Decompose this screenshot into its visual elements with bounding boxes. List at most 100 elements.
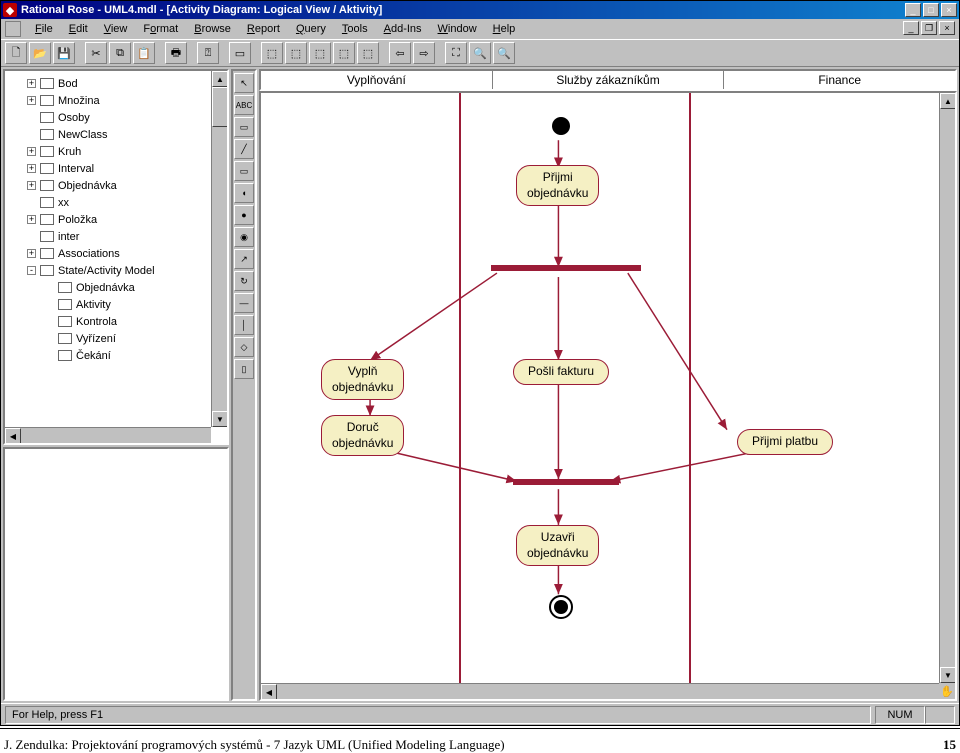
tree-expander-icon[interactable]: +: [27, 79, 36, 88]
transition-tool[interactable]: ↗: [234, 249, 254, 269]
text-tool[interactable]: ABC: [234, 95, 254, 115]
tree-item[interactable]: +Množina: [7, 92, 225, 109]
state-tool[interactable]: ▭: [234, 161, 254, 181]
swimlane-3[interactable]: Finance: [724, 71, 955, 89]
join-bar[interactable]: [513, 479, 619, 485]
mdi-restore-button[interactable]: ❐: [921, 21, 937, 35]
zoom-out-button[interactable]: 🔍: [493, 42, 515, 64]
diagram3-button[interactable]: ⬚: [309, 42, 331, 64]
scroll-up-icon[interactable]: ▲: [940, 93, 956, 109]
activity-prijmi-platbu[interactable]: Přijmi platbu: [737, 429, 833, 455]
tree-scrollbar-h[interactable]: ◀ ▶: [5, 427, 211, 443]
self-transition-tool[interactable]: ↻: [234, 271, 254, 291]
scroll-right-icon[interactable]: ▶: [923, 700, 939, 701]
activity-posli-fakturu[interactable]: Pošli fakturu: [513, 359, 609, 385]
paste-button[interactable]: 📋: [133, 42, 155, 64]
tree-item[interactable]: +Interval: [7, 160, 225, 177]
menu-tools[interactable]: Tools: [334, 21, 376, 37]
tree-expander-icon[interactable]: +: [27, 181, 36, 190]
pointer-tool[interactable]: ↖: [234, 73, 254, 93]
canvas-scrollbar-h[interactable]: ◀ ▶: [261, 683, 939, 699]
activity-prijmi-objednavku[interactable]: Přijmiobjednávku: [516, 165, 599, 206]
tree-item[interactable]: +Associations: [7, 245, 225, 262]
help-pointer-button[interactable]: ⍰: [197, 42, 219, 64]
diagram2-button[interactable]: ⬚: [285, 42, 307, 64]
swimlane-tool[interactable]: ▯: [234, 359, 254, 379]
scroll-up-icon[interactable]: ▲: [212, 71, 228, 87]
scroll-thumb[interactable]: [212, 87, 228, 127]
tree-expander-icon[interactable]: +: [27, 147, 36, 156]
tree-item[interactable]: -State/Activity Model: [7, 262, 225, 279]
tree-item[interactable]: Aktivity: [7, 296, 225, 313]
tree-item[interactable]: +Bod: [7, 75, 225, 92]
tree-item[interactable]: NewClass: [7, 126, 225, 143]
forward-button[interactable]: ⇨: [413, 42, 435, 64]
activity-doruc-objednavku[interactable]: Doručobjednávku: [321, 415, 404, 456]
tree-item[interactable]: Čekání: [7, 347, 225, 364]
start-node[interactable]: [552, 117, 570, 135]
activity-uzavri-objednavku[interactable]: Uzavřiobjednávku: [516, 525, 599, 566]
tree-item[interactable]: Kontrola: [7, 313, 225, 330]
menu-file[interactable]: File: [27, 21, 61, 37]
sync-h-tool[interactable]: —: [234, 293, 254, 313]
zoom-fit-button[interactable]: ⛶: [445, 42, 467, 64]
anchor-tool[interactable]: ╱: [234, 139, 254, 159]
menu-report[interactable]: Report: [239, 21, 288, 37]
fork-bar[interactable]: [491, 265, 641, 271]
pan-hand-icon[interactable]: ✋: [939, 683, 955, 699]
close-button[interactable]: ×: [941, 3, 957, 17]
end-tool[interactable]: ◉: [234, 227, 254, 247]
tree-item[interactable]: +Objednávka: [7, 177, 225, 194]
tree-item[interactable]: inter: [7, 228, 225, 245]
menu-format[interactable]: Format: [135, 21, 186, 37]
canvas-scrollbar-v[interactable]: ▲ ▼: [939, 93, 955, 683]
scroll-left-icon[interactable]: ◀: [5, 428, 21, 444]
tree-item[interactable]: +Kruh: [7, 143, 225, 160]
tree-item[interactable]: Objednávka: [7, 279, 225, 296]
menu-query[interactable]: Query: [288, 21, 334, 37]
open-button[interactable]: 📂: [29, 42, 51, 64]
scroll-left-icon[interactable]: ◀: [261, 684, 277, 700]
start-tool[interactable]: ●: [234, 205, 254, 225]
tree-scrollbar-v[interactable]: ▲ ▼: [211, 71, 227, 427]
diagram4-button[interactable]: ⬚: [333, 42, 355, 64]
note-tool[interactable]: ▭: [234, 117, 254, 137]
swimlane-1[interactable]: Vyplňování: [261, 71, 493, 89]
tree-expander-icon[interactable]: +: [27, 164, 36, 173]
activity-vypln-objednavku[interactable]: Vyplňobjednávku: [321, 359, 404, 400]
menu-window[interactable]: Window: [430, 21, 485, 37]
tree-expander-icon[interactable]: +: [27, 215, 36, 224]
tree-item[interactable]: Vyřízení: [7, 330, 225, 347]
menu-browse[interactable]: Browse: [186, 21, 239, 37]
tree-expander-icon[interactable]: +: [27, 249, 36, 258]
mdi-minimize-button[interactable]: _: [903, 21, 919, 35]
scroll-down-icon[interactable]: ▼: [940, 667, 956, 683]
tree-expander-icon[interactable]: +: [27, 96, 36, 105]
sync-v-tool[interactable]: │: [234, 315, 254, 335]
save-button[interactable]: 💾: [53, 42, 75, 64]
activity-tool[interactable]: ◖: [234, 183, 254, 203]
diagram5-button[interactable]: ⬚: [357, 42, 379, 64]
end-node[interactable]: [549, 595, 573, 619]
scroll-right-icon[interactable]: ▶: [195, 444, 211, 445]
menu-edit[interactable]: Edit: [61, 21, 96, 37]
maximize-button[interactable]: □: [923, 3, 939, 17]
menu-help[interactable]: Help: [485, 21, 524, 37]
print-button[interactable]: 🖶: [165, 42, 187, 64]
minimize-button[interactable]: _: [905, 3, 921, 17]
tree-item[interactable]: xx: [7, 194, 225, 211]
mdi-close-button[interactable]: ×: [939, 21, 955, 35]
cut-button[interactable]: ✂: [85, 42, 107, 64]
zoom-in-button[interactable]: 🔍: [469, 42, 491, 64]
menu-view[interactable]: View: [96, 21, 136, 37]
documentation-panel[interactable]: [3, 447, 229, 701]
decision-tool[interactable]: ◇: [234, 337, 254, 357]
tree-expander-icon[interactable]: -: [27, 266, 36, 275]
tree-item[interactable]: +Položka: [7, 211, 225, 228]
menu-addins[interactable]: Add-Ins: [376, 21, 430, 37]
diagram-canvas[interactable]: Přijmiobjednávku Vyplňobjednávku Pošli f…: [259, 91, 957, 701]
back-button[interactable]: ⇦: [389, 42, 411, 64]
copy-button[interactable]: ⧉: [109, 42, 131, 64]
tree-item[interactable]: Osoby: [7, 109, 225, 126]
diagram1-button[interactable]: ⬚: [261, 42, 283, 64]
